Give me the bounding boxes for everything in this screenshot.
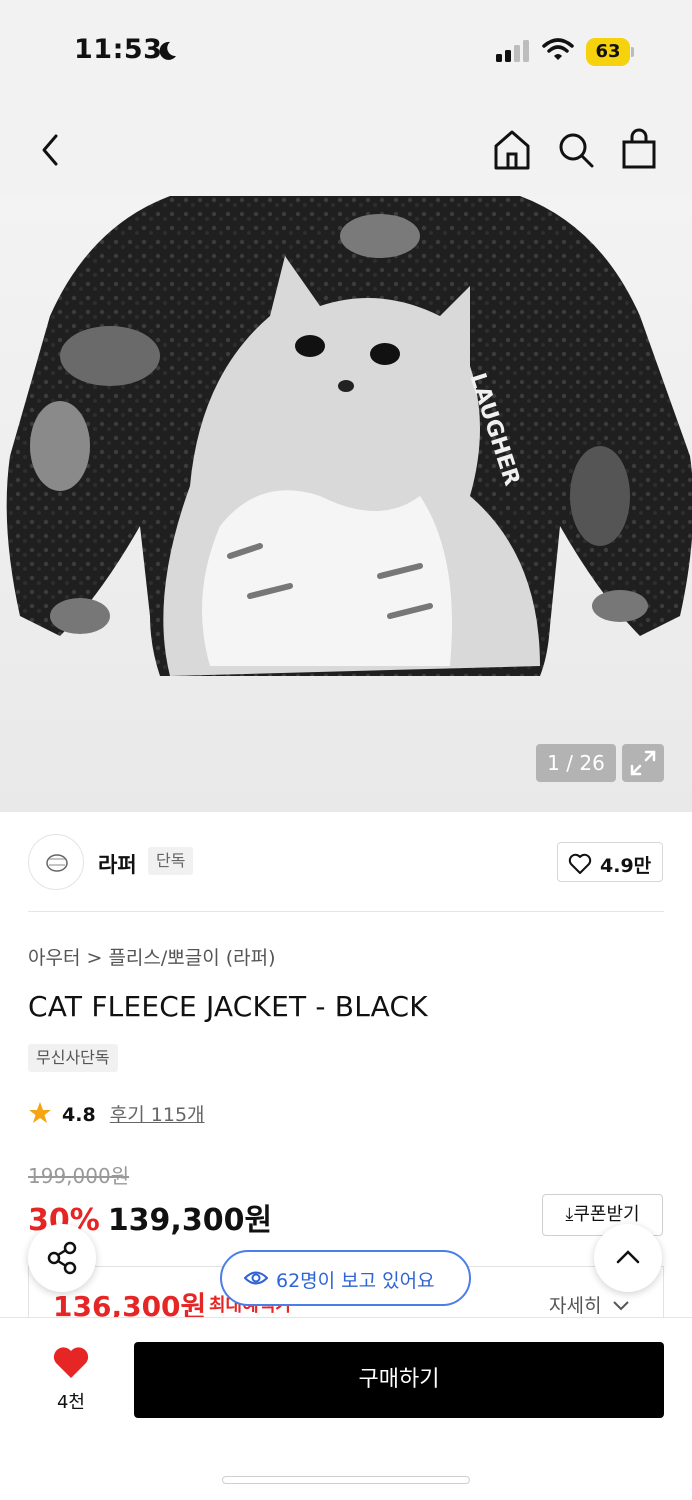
product-image-gallery[interactable]: LAUGHER 1 / 26 xyxy=(0,196,692,812)
nav-bar xyxy=(0,100,692,196)
signal-icon xyxy=(496,40,529,62)
home-indicator xyxy=(222,1476,470,1484)
product-title: CAT FLEECE JACKET - BLACK xyxy=(28,990,428,1023)
heart-filled-icon[interactable] xyxy=(52,1346,90,1380)
back-icon[interactable] xyxy=(36,130,64,170)
battery-icon: 63 xyxy=(586,38,630,66)
brand-like-count: 4.9만 xyxy=(600,855,652,877)
viewer-count-text: 62명이 보고 있어요 xyxy=(276,1270,435,1292)
purchase-bar: 4천 구매하기 xyxy=(0,1318,692,1500)
wish-count: 4천 xyxy=(56,1392,85,1413)
share-button[interactable] xyxy=(28,1224,96,1292)
status-bar: 11:53 63 xyxy=(0,0,692,100)
battery-tip xyxy=(631,47,634,57)
moon-icon xyxy=(159,41,176,60)
heart-outline-icon xyxy=(568,853,592,874)
product-image: LAUGHER xyxy=(6,196,692,676)
brand-logo-icon xyxy=(46,854,68,872)
coupon-label: 쿠폰받기 xyxy=(573,1204,640,1225)
cart-icon[interactable] xyxy=(620,128,658,170)
brand-exclusive-badge: 단독 xyxy=(148,847,194,875)
detail-toggle[interactable]: 자세히 xyxy=(549,1291,630,1318)
share-icon xyxy=(47,1241,77,1275)
brand-logo[interactable] xyxy=(28,834,84,890)
rating-score: 4.8 xyxy=(62,1104,96,1126)
search-icon[interactable] xyxy=(556,130,596,170)
chevron-up-icon xyxy=(616,1250,640,1264)
exclusive-tag: 무신사단독 xyxy=(28,1044,118,1072)
expand-button[interactable] xyxy=(622,744,664,782)
eye-icon xyxy=(244,1271,268,1285)
original-price: 199,000원 xyxy=(28,1164,130,1188)
scroll-top-button[interactable] xyxy=(594,1224,662,1292)
status-time: 11:53 xyxy=(74,34,163,65)
image-counter: 1 / 26 xyxy=(536,744,616,782)
viewer-count-pill: 62명이 보고 있어요 xyxy=(220,1250,471,1306)
buy-button[interactable]: 구매하기 xyxy=(134,1342,664,1418)
brand-row: 라퍼 단독 4.9만 xyxy=(28,812,664,912)
chevron-down-icon xyxy=(612,1301,629,1311)
brand-like-button[interactable]: 4.9만 xyxy=(557,842,663,882)
home-icon[interactable] xyxy=(492,128,532,170)
category-breadcrumb[interactable]: 아우터 > 플리스/뽀글이 (라퍼) xyxy=(28,943,276,970)
detail-label: 자세히 xyxy=(549,1295,602,1317)
rating-row[interactable]: 4.8 후기 115개 xyxy=(28,1100,205,1127)
brand-name[interactable]: 라퍼 xyxy=(98,849,137,879)
wifi-icon xyxy=(542,38,574,60)
review-link[interactable]: 후기 115개 xyxy=(110,1104,205,1126)
star-icon xyxy=(29,1102,51,1123)
sale-price: 139,300원 xyxy=(107,1203,273,1238)
expand-icon xyxy=(630,750,656,776)
